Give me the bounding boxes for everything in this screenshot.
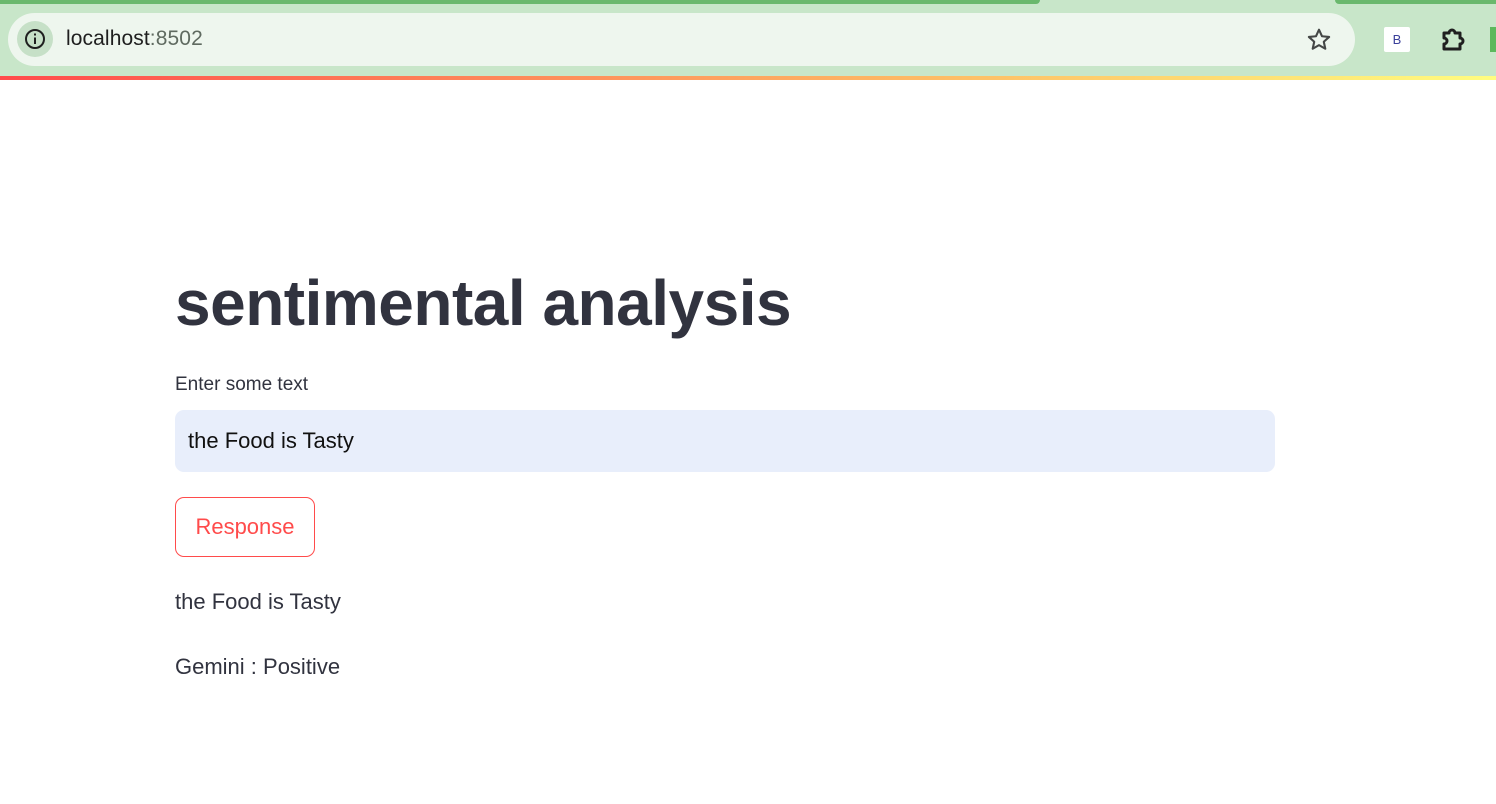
- url-text[interactable]: localhost:8502: [66, 27, 203, 51]
- url-port: :8502: [149, 27, 203, 50]
- extension-badge-label: B: [1392, 32, 1402, 47]
- profile-edge: [1490, 27, 1496, 52]
- text-input-label: Enter some text: [175, 374, 309, 395]
- app-decoration-bar: [0, 76, 1496, 80]
- sentiment-result: Gemini : Positive: [175, 654, 341, 679]
- bookmark-star-icon[interactable]: [1305, 26, 1333, 54]
- tab-strip-edge: [0, 0, 1040, 4]
- page-title: sentimental analysis: [175, 267, 792, 339]
- browser-toolbar: localhost:8502 B: [0, 0, 1496, 76]
- site-info-icon[interactable]: [17, 21, 53, 57]
- response-button[interactable]: Response: [175, 497, 315, 557]
- extensions-puzzle-icon[interactable]: [1438, 24, 1470, 56]
- text-input[interactable]: [175, 410, 1275, 472]
- url-host: localhost: [66, 27, 150, 50]
- address-bar[interactable]: localhost:8502: [8, 13, 1355, 66]
- extension-b-icon[interactable]: B: [1384, 27, 1410, 52]
- tab-strip-edge: [1335, 0, 1496, 4]
- echo-text: the Food is Tasty: [175, 589, 341, 614]
